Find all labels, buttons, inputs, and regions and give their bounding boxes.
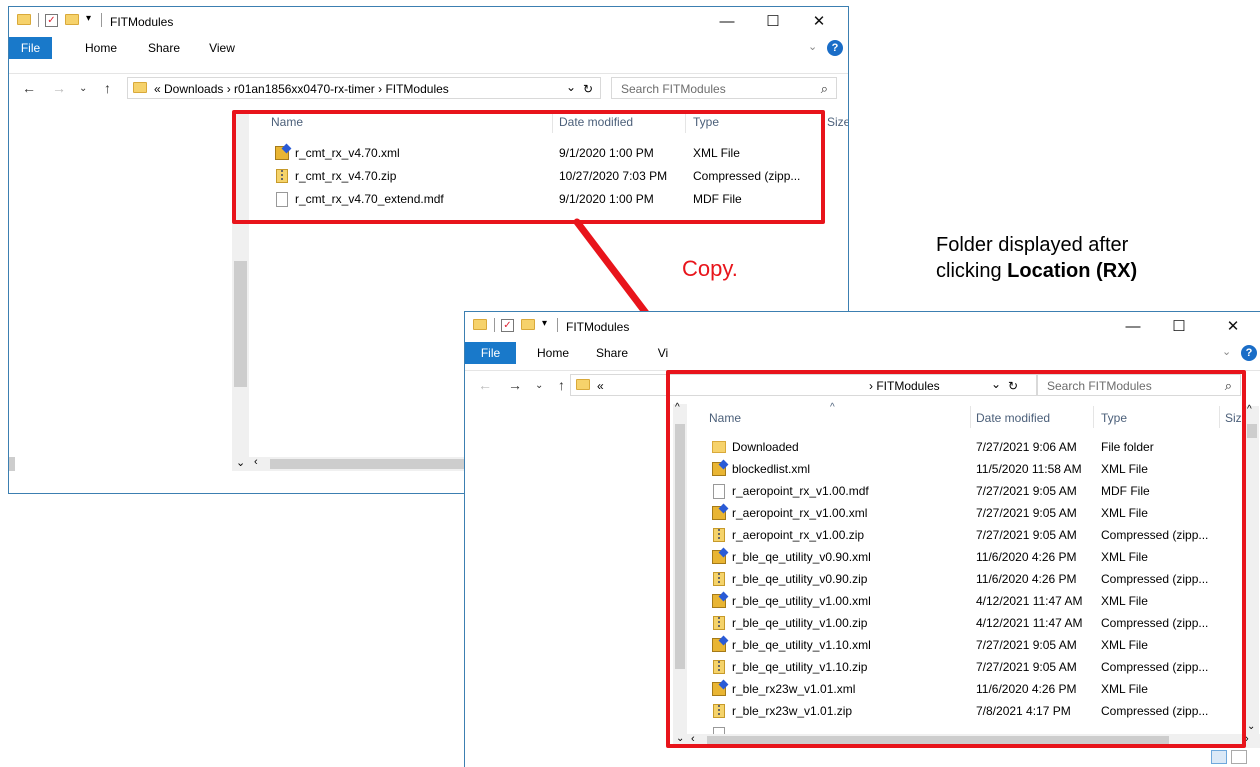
- properties-icon[interactable]: ✓: [501, 319, 514, 332]
- annotation-note: Folder displayed after clicking Location…: [936, 232, 1137, 284]
- annotation-prefix: clicking: [936, 260, 1008, 282]
- tab-view[interactable]: View: [202, 37, 242, 59]
- address-row: ← → ⌄ ↑ « Downloads › r01an1856xx0470-rx…: [9, 73, 848, 104]
- help-icon[interactable]: ?: [1241, 345, 1257, 361]
- scroll-up-icon[interactable]: ^: [1247, 404, 1252, 415]
- expand-ribbon-icon[interactable]: ⌄: [1222, 345, 1231, 358]
- expand-ribbon-icon[interactable]: ⌄: [808, 40, 817, 53]
- customize-toolbar-icon[interactable]: ▾: [542, 318, 547, 329]
- large-icons-view-icon[interactable]: [1231, 750, 1247, 764]
- tab-share[interactable]: Share: [142, 37, 186, 59]
- copy-label: Copy.: [682, 256, 738, 281]
- divider: [557, 318, 558, 332]
- details-view-icon[interactable]: [1211, 750, 1227, 764]
- back-arrow-icon[interactable]: ←: [478, 377, 492, 393]
- customize-toolbar-icon[interactable]: ▾: [86, 13, 91, 24]
- annotation-line-2: clicking Location (RX): [936, 258, 1137, 284]
- forward-arrow-icon[interactable]: →: [52, 80, 66, 96]
- location-rx-label: Location (RX): [1007, 260, 1138, 282]
- file-list-scrollbar[interactable]: ^ ⌄: [1245, 404, 1259, 736]
- ribbon-tabs: File Home Share Vi ⌄ ?: [465, 342, 1260, 364]
- up-arrow-icon[interactable]: ↑: [558, 377, 565, 393]
- maximize-button[interactable]: ☐: [1156, 316, 1202, 338]
- help-icon[interactable]: ?: [827, 40, 843, 56]
- search-icon[interactable]: ⌕: [821, 81, 828, 97]
- close-button[interactable]: ✕: [796, 11, 842, 33]
- scroll-down-icon[interactable]: ⌄: [1247, 721, 1255, 732]
- new-folder-icon[interactable]: [521, 319, 535, 330]
- column-size[interactable]: Size: [827, 115, 848, 129]
- tab-home[interactable]: Home: [79, 37, 123, 59]
- scroll-left-arrow-icon[interactable]: ‹: [254, 456, 258, 468]
- highlight-box-destination: [666, 370, 1246, 748]
- nav-pane-hscroll: [9, 457, 15, 471]
- tab-file[interactable]: File: [9, 37, 52, 59]
- address-dropdown-icon[interactable]: ⌄: [566, 80, 576, 94]
- minimize-button[interactable]: —: [1110, 316, 1156, 338]
- folder-icon: [133, 82, 147, 93]
- window-title: FITModules: [566, 320, 630, 334]
- tab-share[interactable]: Share: [590, 342, 634, 364]
- divider: [38, 13, 39, 27]
- folder-icon: [473, 319, 487, 330]
- tab-view[interactable]: Vi: [653, 342, 673, 364]
- tab-home[interactable]: Home: [531, 342, 575, 364]
- folder-icon: [17, 14, 31, 25]
- ribbon-tabs: File Home Share View ⌄ ?: [9, 37, 848, 59]
- divider: [494, 318, 495, 332]
- folder-icon: [576, 379, 590, 390]
- highlight-box-source-files: [232, 110, 825, 224]
- scrollbar-thumb[interactable]: [234, 261, 247, 387]
- new-folder-icon[interactable]: [65, 14, 79, 25]
- tab-file[interactable]: File: [465, 342, 516, 364]
- address-bar[interactable]: « Downloads › r01an1856xx0470-rx-timer ›…: [127, 77, 601, 99]
- search-input[interactable]: Search FITModules: [621, 82, 726, 96]
- properties-icon[interactable]: ✓: [45, 14, 58, 27]
- recent-locations-icon[interactable]: ⌄: [535, 380, 543, 391]
- divider: [101, 13, 102, 27]
- minimize-button[interactable]: —: [704, 11, 750, 33]
- breadcrumb-overflow[interactable]: «: [597, 379, 604, 393]
- scroll-left-icon[interactable]: ⌄: [236, 456, 245, 469]
- title-bar: ✓ ▾ FITModules — ☐ ✕: [9, 7, 848, 37]
- breadcrumb[interactable]: « Downloads › r01an1856xx0470-rx-timer ›…: [154, 82, 449, 96]
- scrollbar-thumb[interactable]: [1247, 424, 1257, 438]
- title-bar: ✓ ▾ FITModules — ☐ ✕: [465, 312, 1260, 342]
- refresh-icon[interactable]: ↻: [583, 82, 593, 96]
- forward-arrow-icon[interactable]: →: [508, 377, 522, 393]
- up-arrow-icon[interactable]: ↑: [104, 80, 111, 96]
- annotation-line-1: Folder displayed after: [936, 234, 1129, 256]
- recent-locations-icon[interactable]: ⌄: [79, 83, 87, 94]
- screenshot-canvas: { "window1": { "title": "FITModules", "r…: [0, 0, 1260, 767]
- search-box[interactable]: Search FITModules ⌕: [611, 77, 837, 99]
- window-title: FITModules: [110, 15, 174, 29]
- maximize-button[interactable]: ☐: [750, 11, 796, 33]
- back-arrow-icon[interactable]: ←: [22, 80, 36, 96]
- close-button[interactable]: ✕: [1210, 316, 1256, 338]
